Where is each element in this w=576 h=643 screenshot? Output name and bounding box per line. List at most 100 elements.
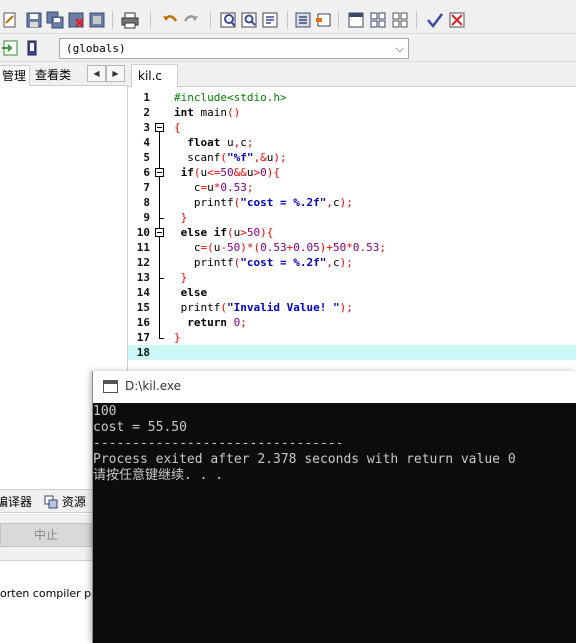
tab-prev-button[interactable]: ◀ bbox=[87, 65, 106, 82]
code-line[interactable]: 3{ bbox=[128, 120, 576, 135]
line-number: 14 bbox=[136, 286, 150, 299]
code-token: 50 bbox=[246, 226, 261, 239]
fold-end-marker bbox=[159, 278, 164, 279]
scope-select[interactable]: (globals) ⌵ bbox=[59, 38, 409, 59]
fold-guide bbox=[159, 237, 160, 278]
code-token: printf bbox=[174, 301, 221, 314]
code-token: else if bbox=[180, 226, 227, 239]
line-number: 5 bbox=[143, 151, 150, 164]
code-line[interactable]: 5 scanf("%f",&u); bbox=[128, 150, 576, 165]
code-text: { bbox=[174, 120, 181, 135]
line-number: 11 bbox=[136, 241, 150, 254]
code-line[interactable]: 1 #include<stdio.h> bbox=[128, 90, 576, 105]
code-token: "%f" bbox=[226, 151, 254, 164]
tab-classes[interactable]: 查看类 bbox=[32, 65, 74, 86]
indent-icon[interactable] bbox=[314, 10, 334, 30]
code-token: ; bbox=[379, 241, 386, 254]
find-icon[interactable] bbox=[219, 10, 239, 30]
close-icon[interactable] bbox=[66, 10, 86, 30]
tab-next-button[interactable]: ▶ bbox=[106, 65, 125, 82]
code-line[interactable]: 14 else bbox=[128, 285, 576, 300]
insert-icon[interactable] bbox=[0, 38, 20, 58]
compile-icon[interactable] bbox=[447, 10, 467, 30]
editor-tabs: kil.c bbox=[128, 62, 576, 87]
code-token: c bbox=[332, 256, 340, 269]
code-token: { bbox=[174, 121, 181, 134]
toolbar-separator bbox=[416, 11, 417, 29]
tab-compiler[interactable]: 编译器 bbox=[0, 493, 32, 511]
line-number: 12 bbox=[136, 256, 150, 269]
abort-button[interactable]: 中止 bbox=[0, 523, 92, 547]
fold-toggle-icon[interactable] bbox=[155, 228, 164, 237]
code-token: c bbox=[174, 241, 201, 254]
code-line[interactable]: 6 if(u<=50&&u>0){ bbox=[128, 165, 576, 180]
code-token: ); bbox=[339, 301, 353, 314]
console-app-icon bbox=[103, 380, 118, 393]
code-token: ( bbox=[220, 301, 227, 314]
code-line[interactable]: 8 printf("cost = %.2f",c); bbox=[128, 195, 576, 210]
code-line[interactable]: 7 c=u*0.53; bbox=[128, 180, 576, 195]
fold-end-marker bbox=[159, 338, 164, 339]
code-token: } bbox=[180, 211, 188, 224]
code-token: scanf bbox=[174, 151, 221, 164]
code-token: ( bbox=[193, 166, 201, 179]
grid-icon[interactable] bbox=[368, 10, 388, 30]
bookmark-icon[interactable] bbox=[293, 10, 313, 30]
code-token: ( bbox=[220, 151, 227, 164]
code-token: else bbox=[180, 286, 208, 299]
fold-toggle-icon[interactable] bbox=[155, 123, 164, 132]
check-icon[interactable] bbox=[425, 10, 445, 30]
compile-controls: 中止 bbox=[0, 514, 92, 560]
code-token: return bbox=[187, 316, 227, 329]
tab-resources-label: 资源 bbox=[61, 495, 86, 509]
code-line[interactable]: 15 printf("Invalid Value! "); bbox=[128, 300, 576, 315]
undo-icon[interactable] bbox=[160, 10, 180, 30]
code-token: 50 bbox=[333, 241, 347, 254]
tab-resources[interactable]: 资源 bbox=[44, 493, 86, 511]
replace-icon[interactable] bbox=[240, 10, 260, 30]
window-icon[interactable] bbox=[346, 10, 366, 30]
code-line[interactable]: 9 } bbox=[128, 210, 576, 225]
code-line[interactable]: 18 bbox=[128, 345, 576, 360]
code-token: ); bbox=[339, 196, 353, 209]
code-line[interactable]: 16 return 0; bbox=[128, 315, 576, 330]
console-line: 100 bbox=[93, 404, 117, 419]
console-output[interactable]: 100 cost = 55.50 -------------------------… bbox=[93, 403, 576, 643]
tab-file-kil[interactable]: kil.c bbox=[131, 64, 178, 87]
print-icon[interactable] bbox=[120, 10, 140, 30]
code-line[interactable]: 4 float u,c; bbox=[128, 135, 576, 150]
code-line[interactable]: 17} bbox=[128, 330, 576, 345]
save-all-icon[interactable] bbox=[45, 10, 65, 30]
console-window[interactable]: D:\kil.exe 100 cost = 55.50 --------------… bbox=[92, 371, 576, 643]
tab-project[interactable]: 管理 bbox=[0, 65, 31, 86]
code-text: printf("cost = %.2f",c); bbox=[174, 255, 353, 270]
line-number: 6 bbox=[143, 166, 150, 179]
line-number: 15 bbox=[136, 301, 150, 314]
chevron-down-icon[interactable]: ⌵ bbox=[396, 39, 404, 58]
code-line[interactable]: 2 int main() bbox=[128, 105, 576, 120]
code-text: c=u*0.53; bbox=[174, 180, 254, 195]
layout-icon[interactable] bbox=[390, 10, 410, 30]
close-all-icon[interactable] bbox=[87, 10, 107, 30]
scope-value: (globals) bbox=[66, 42, 126, 55]
code-line[interactable]: 13 } bbox=[128, 270, 576, 285]
redo-icon[interactable] bbox=[181, 10, 201, 30]
goto-icon[interactable] bbox=[261, 10, 281, 30]
code-token: printf bbox=[174, 256, 234, 269]
code-line[interactable]: 10 else if(u>50){ bbox=[128, 225, 576, 240]
code-line[interactable]: 12 printf("cost = %.2f",c); bbox=[128, 255, 576, 270]
code-token: ); bbox=[273, 151, 287, 164]
fold-toggle-icon[interactable] bbox=[155, 168, 164, 177]
code-text: int main() bbox=[174, 105, 240, 120]
toggle-bookmark-icon[interactable] bbox=[22, 38, 42, 58]
code-line[interactable]: 11 c=(u-50)*(0.53+0.05)+50*0.53; bbox=[128, 240, 576, 255]
save-icon[interactable] bbox=[24, 10, 44, 30]
code-token: } bbox=[174, 331, 181, 344]
new-icon[interactable] bbox=[0, 10, 20, 30]
compile-log-text: orten compiler pa bbox=[0, 587, 92, 600]
line-number: 1 bbox=[143, 91, 150, 104]
console-title-bar[interactable]: D:\kil.exe bbox=[93, 371, 576, 403]
